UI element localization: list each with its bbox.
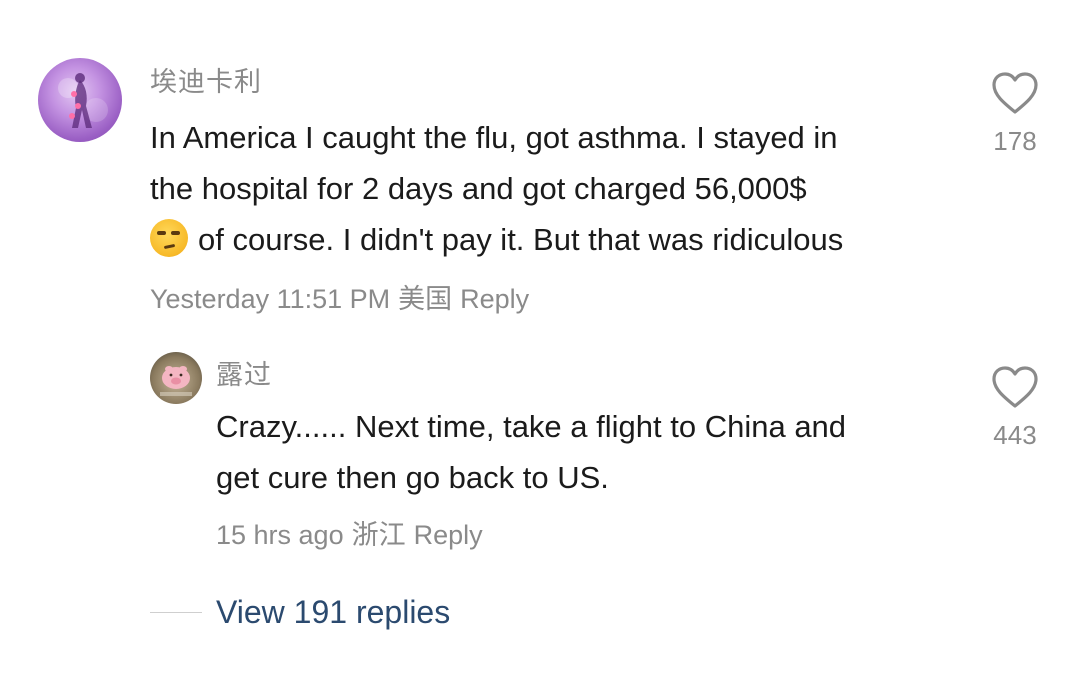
comment-text-line: of course. I didn't pay it. But that was…: [150, 214, 950, 265]
view-replies-row: View 191 replies: [150, 588, 450, 636]
reply-text-line: Crazy...... Next time, take a flight to …: [216, 409, 847, 444]
avatar-pig-icon: [160, 366, 192, 396]
comment-text-line: the hospital for 2 days and got charged …: [150, 171, 807, 206]
commenter-avatar[interactable]: [38, 58, 122, 142]
replier-avatar[interactable]: [150, 352, 202, 404]
comment-meta: Yesterday 11:51 PM 美国 Reply: [150, 277, 537, 316]
heart-icon[interactable]: [990, 70, 1040, 116]
reply-text: Crazy...... Next time, take a flight to …: [216, 401, 946, 503]
divider-line: [150, 611, 202, 613]
like-count: 178: [993, 126, 1037, 156]
unamused-face-icon: [150, 219, 188, 257]
view-replies-button[interactable]: View 191 replies: [216, 594, 450, 631]
replier-username[interactable]: 露过: [216, 353, 272, 392]
reply-text-line: get cure then go back to US.: [216, 460, 609, 495]
reply-button[interactable]: Reply: [460, 284, 529, 314]
comment-location: 美国: [398, 284, 453, 314]
commenter-username[interactable]: 埃迪卡利: [150, 60, 262, 99]
comment-text: In America I caught the flu, got asthma.…: [150, 112, 950, 265]
like-count: 443: [993, 420, 1037, 450]
comment-timestamp: Yesterday 11:51 PM: [150, 284, 391, 314]
comment-text-line-end: of course. I didn't pay it. But that was…: [198, 222, 844, 257]
reply-meta: 15 hrs ago 浙江 Reply: [216, 513, 491, 552]
reply-to-reply-button[interactable]: Reply: [414, 520, 483, 550]
heart-icon[interactable]: [990, 364, 1040, 410]
comment-like: 178: [985, 70, 1045, 157]
reply-location: 浙江: [351, 520, 406, 550]
reply-timestamp: 15 hrs ago: [216, 520, 344, 550]
comment-text-line: In America I caught the flu, got asthma.…: [150, 120, 838, 155]
avatar-figure-icon: [58, 73, 108, 128]
reply-like: 443: [985, 364, 1045, 451]
